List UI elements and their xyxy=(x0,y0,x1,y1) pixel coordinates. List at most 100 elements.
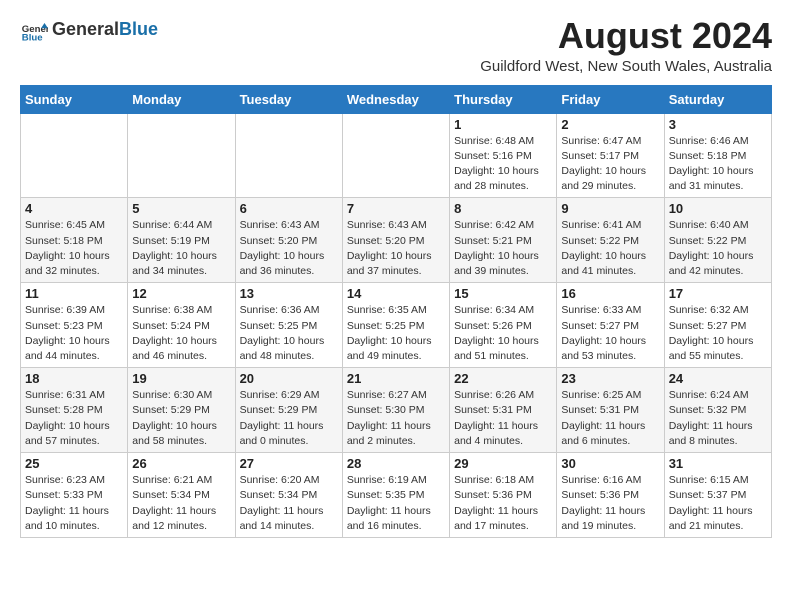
calendar: SundayMondayTuesdayWednesdayThursdayFrid… xyxy=(20,85,772,538)
weekday-header-row: SundayMondayTuesdayWednesdayThursdayFrid… xyxy=(21,85,772,113)
calendar-cell: 19 Sunrise: 6:30 AMSunset: 5:29 PMDayligh… xyxy=(128,368,235,453)
weekday-monday: Monday xyxy=(128,85,235,113)
day-number: 19 xyxy=(132,371,230,386)
day-info: Sunrise: 6:31 AMSunset: 5:28 PMDaylight:… xyxy=(25,388,123,449)
day-info: Sunrise: 6:43 AMSunset: 5:20 PMDaylight:… xyxy=(347,218,445,279)
day-number: 1 xyxy=(454,117,552,132)
calendar-cell: 4Sunrise: 6:45 AMSunset: 5:18 PMDaylight… xyxy=(21,198,128,283)
day-number: 20 xyxy=(240,371,338,386)
calendar-cell xyxy=(342,113,449,198)
day-number: 3 xyxy=(669,117,767,132)
day-info: Sunrise: 6:45 AMSunset: 5:18 PMDaylight:… xyxy=(25,218,123,279)
weekday-wednesday: Wednesday xyxy=(342,85,449,113)
day-number: 17 xyxy=(669,286,767,301)
logo-blue: Blue xyxy=(119,19,158,39)
day-number: 24 xyxy=(669,371,767,386)
calendar-cell: 23 Sunrise: 6:25 AMSunset: 5:31 PMDayligh… xyxy=(557,368,664,453)
day-number: 6 xyxy=(240,201,338,216)
week-row-5: 25 Sunrise: 6:23 AMSunset: 5:33 PMDayligh… xyxy=(21,453,772,538)
day-info: Sunrise: 6:18 AMSunset: 5:36 PMDaylight:… xyxy=(454,473,552,534)
day-info: Sunrise: 6:26 AMSunset: 5:31 PMDaylight:… xyxy=(454,388,552,449)
calendar-cell: 8Sunrise: 6:42 AMSunset: 5:21 PMDaylight… xyxy=(450,198,557,283)
weekday-sunday: Sunday xyxy=(21,85,128,113)
calendar-cell: 22Sunrise: 6:26 AMSunset: 5:31 PMDayligh… xyxy=(450,368,557,453)
calendar-cell xyxy=(235,113,342,198)
month-year: August 2024 xyxy=(480,16,772,56)
day-info: Sunrise: 6:33 AMSunset: 5:27 PMDaylight:… xyxy=(561,303,659,364)
day-number: 9 xyxy=(561,201,659,216)
calendar-cell: 20 Sunrise: 6:29 AMSunset: 5:29 PMDayligh… xyxy=(235,368,342,453)
calendar-cell xyxy=(128,113,235,198)
day-info: Sunrise: 6:23 AMSunset: 5:33 PMDaylight:… xyxy=(25,473,123,534)
weekday-thursday: Thursday xyxy=(450,85,557,113)
calendar-cell: 25 Sunrise: 6:23 AMSunset: 5:33 PMDayligh… xyxy=(21,453,128,538)
day-info: Sunrise: 6:29 AMSunset: 5:29 PMDaylight:… xyxy=(240,388,338,449)
day-info: Sunrise: 6:38 AMSunset: 5:24 PMDaylight:… xyxy=(132,303,230,364)
day-number: 2 xyxy=(561,117,659,132)
day-info: Sunrise: 6:30 AMSunset: 5:29 PMDaylight:… xyxy=(132,388,230,449)
calendar-cell: 31 Sunrise: 6:15 AMSunset: 5:37 PMDayligh… xyxy=(664,453,771,538)
day-info: Sunrise: 6:19 AMSunset: 5:35 PMDaylight:… xyxy=(347,473,445,534)
day-info: Sunrise: 6:16 AMSunset: 5:36 PMDaylight:… xyxy=(561,473,659,534)
day-info: Sunrise: 6:39 AMSunset: 5:23 PMDaylight:… xyxy=(25,303,123,364)
week-row-3: 11Sunrise: 6:39 AMSunset: 5:23 PMDayligh… xyxy=(21,283,772,368)
calendar-cell: 11Sunrise: 6:39 AMSunset: 5:23 PMDayligh… xyxy=(21,283,128,368)
day-info: Sunrise: 6:24 AMSunset: 5:32 PMDaylight:… xyxy=(669,388,767,449)
calendar-cell: 3 Sunrise: 6:46 AMSunset: 5:18 PMDaylight… xyxy=(664,113,771,198)
calendar-cell xyxy=(21,113,128,198)
day-number: 21 xyxy=(347,371,445,386)
calendar-cell: 1 Sunrise: 6:48 AMSunset: 5:16 PMDaylight… xyxy=(450,113,557,198)
day-number: 27 xyxy=(240,456,338,471)
calendar-cell: 21Sunrise: 6:27 AMSunset: 5:30 PMDayligh… xyxy=(342,368,449,453)
calendar-cell: 10 Sunrise: 6:40 AMSunset: 5:22 PMDayligh… xyxy=(664,198,771,283)
weekday-tuesday: Tuesday xyxy=(235,85,342,113)
day-number: 23 xyxy=(561,371,659,386)
svg-text:Blue: Blue xyxy=(22,33,43,44)
weekday-friday: Friday xyxy=(557,85,664,113)
calendar-cell: 14 Sunrise: 6:35 AMSunset: 5:25 PMDayligh… xyxy=(342,283,449,368)
calendar-cell: 6 Sunrise: 6:43 AMSunset: 5:20 PMDaylight… xyxy=(235,198,342,283)
day-info: Sunrise: 6:15 AMSunset: 5:37 PMDaylight:… xyxy=(669,473,767,534)
title-block: August 2024 Guildford West, New South Wa… xyxy=(480,16,772,75)
day-number: 28 xyxy=(347,456,445,471)
day-number: 31 xyxy=(669,456,767,471)
day-info: Sunrise: 6:43 AMSunset: 5:20 PMDaylight:… xyxy=(240,218,338,279)
day-info: Sunrise: 6:32 AMSunset: 5:27 PMDaylight:… xyxy=(669,303,767,364)
calendar-cell: 13Sunrise: 6:36 AMSunset: 5:25 PMDayligh… xyxy=(235,283,342,368)
calendar-cell: 15Sunrise: 6:34 AMSunset: 5:26 PMDayligh… xyxy=(450,283,557,368)
day-info: Sunrise: 6:48 AMSunset: 5:16 PMDaylight:… xyxy=(454,134,552,195)
calendar-cell: 18 Sunrise: 6:31 AMSunset: 5:28 PMDayligh… xyxy=(21,368,128,453)
day-number: 14 xyxy=(347,286,445,301)
day-info: Sunrise: 6:35 AMSunset: 5:25 PMDaylight:… xyxy=(347,303,445,364)
calendar-cell: 7Sunrise: 6:43 AMSunset: 5:20 PMDaylight… xyxy=(342,198,449,283)
day-info: Sunrise: 6:47 AMSunset: 5:17 PMDaylight:… xyxy=(561,134,659,195)
logo-text: GeneralBlue xyxy=(52,20,158,40)
day-number: 25 xyxy=(25,456,123,471)
calendar-cell: 5 Sunrise: 6:44 AMSunset: 5:19 PMDaylight… xyxy=(128,198,235,283)
calendar-cell: 24 Sunrise: 6:24 AMSunset: 5:32 PMDayligh… xyxy=(664,368,771,453)
logo-general: General xyxy=(52,19,119,39)
day-number: 30 xyxy=(561,456,659,471)
day-info: Sunrise: 6:44 AMSunset: 5:19 PMDaylight:… xyxy=(132,218,230,279)
day-number: 18 xyxy=(25,371,123,386)
day-info: Sunrise: 6:25 AMSunset: 5:31 PMDaylight:… xyxy=(561,388,659,449)
logo: General Blue GeneralBlue xyxy=(20,16,158,44)
calendar-cell: 2 Sunrise: 6:47 AMSunset: 5:17 PMDaylight… xyxy=(557,113,664,198)
day-number: 16 xyxy=(561,286,659,301)
day-info: Sunrise: 6:40 AMSunset: 5:22 PMDaylight:… xyxy=(669,218,767,279)
day-number: 10 xyxy=(669,201,767,216)
day-number: 29 xyxy=(454,456,552,471)
day-number: 15 xyxy=(454,286,552,301)
week-row-2: 4Sunrise: 6:45 AMSunset: 5:18 PMDaylight… xyxy=(21,198,772,283)
day-number: 13 xyxy=(240,286,338,301)
day-info: Sunrise: 6:20 AMSunset: 5:34 PMDaylight:… xyxy=(240,473,338,534)
page-header: General Blue GeneralBlue August 2024 Gui… xyxy=(20,16,772,75)
calendar-cell: 27 Sunrise: 6:20 AMSunset: 5:34 PMDayligh… xyxy=(235,453,342,538)
calendar-cell: 28 Sunrise: 6:19 AMSunset: 5:35 PMDayligh… xyxy=(342,453,449,538)
day-info: Sunrise: 6:46 AMSunset: 5:18 PMDaylight:… xyxy=(669,134,767,195)
weekday-saturday: Saturday xyxy=(664,85,771,113)
day-number: 5 xyxy=(132,201,230,216)
day-info: Sunrise: 6:21 AMSunset: 5:34 PMDaylight:… xyxy=(132,473,230,534)
day-number: 8 xyxy=(454,201,552,216)
day-number: 12 xyxy=(132,286,230,301)
